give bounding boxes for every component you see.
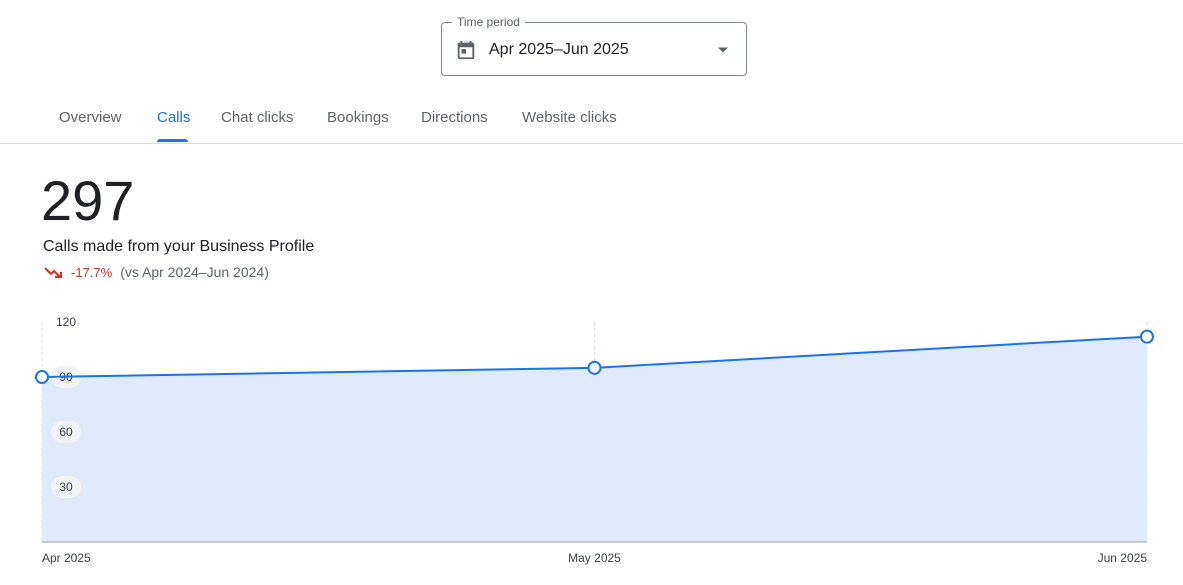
y-tick-label-0: 30	[59, 480, 73, 494]
x-tick-label-2: Jun 2025	[1098, 551, 1148, 565]
time-period-select[interactable]: Time period Apr 2025–Jun 2025	[441, 14, 747, 76]
tab-directions[interactable]: Directions	[421, 109, 488, 126]
trending-down-icon	[44, 267, 62, 278]
metric-description: Calls made from your Business Profile	[43, 238, 315, 255]
metric-tabs: Overview Calls Chat clicks Bookings Dire…	[0, 96, 1183, 144]
trend-row: -17.7% (vs Apr 2024–Jun 2024)	[43, 263, 269, 281]
tab-overview[interactable]: Overview	[59, 109, 122, 126]
tab-calls[interactable]: Calls	[157, 109, 190, 126]
y-tick-label-1: 60	[59, 425, 73, 439]
dropdown-arrow-icon[interactable]	[717, 46, 729, 54]
x-tick-label-1: May 2025	[568, 551, 621, 565]
time-period-value: Apr 2025–Jun 2025	[489, 41, 629, 58]
data-point-2	[1140, 329, 1154, 344]
x-tick-label-0: Apr 2025	[42, 551, 91, 565]
calendar-icon	[457, 40, 475, 60]
y-tick-label-3: 120	[56, 315, 76, 329]
tab-website-clicks[interactable]: Website clicks	[522, 109, 617, 126]
calls-area-chart: 306090120Apr 2025 May 2025 Jun 2025	[35, 315, 1154, 565]
time-period-label: Time period	[452, 14, 525, 30]
metric-total: 297	[41, 169, 135, 232]
trend-comparison: (vs Apr 2024–Jun 2024)	[120, 264, 269, 280]
trend-percent: -17.7%	[71, 264, 113, 280]
data-point-1	[587, 360, 602, 375]
data-point-0	[35, 370, 49, 384]
calls-chart: 30 60 90 120 Apr 2025 May 2025 Jun 2025	[0, 300, 1183, 585]
tab-bookings[interactable]: Bookings	[327, 109, 389, 126]
tab-chat-clicks[interactable]: Chat clicks	[221, 109, 294, 126]
active-tab-indicator	[157, 139, 188, 142]
